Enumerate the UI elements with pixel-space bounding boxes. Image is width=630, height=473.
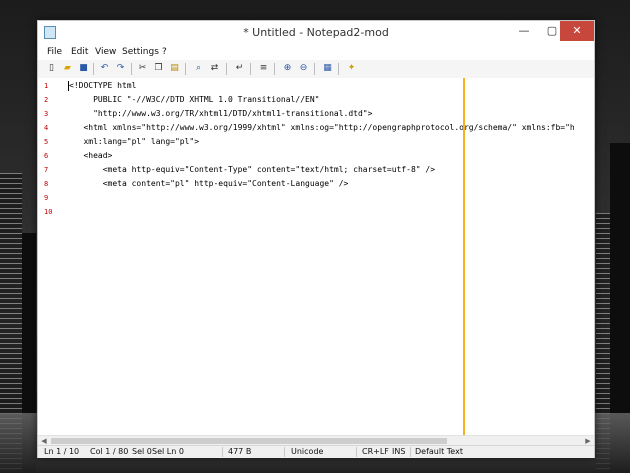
toolbar-separator	[338, 63, 339, 75]
line-number: 6	[44, 152, 49, 160]
replace-icon[interactable]: ⇄	[209, 63, 220, 74]
find-icon[interactable]: ⌕	[193, 63, 204, 74]
undo-icon[interactable]: ↶	[99, 63, 110, 74]
zoom-in-icon[interactable]: ⊕	[282, 63, 293, 74]
title-bar[interactable]: * Untitled - Notepad2-mod — ▢ ✕	[38, 21, 594, 45]
toolbar-separator	[274, 63, 275, 75]
status-encoding[interactable]: Unicode	[291, 447, 323, 456]
toolbar-separator	[250, 63, 251, 75]
minimize-button[interactable]: —	[511, 21, 537, 41]
menu-settings[interactable]: Settings	[122, 47, 159, 57]
cut-icon[interactable]: ✂	[137, 63, 148, 74]
status-separator	[284, 447, 285, 457]
menu-file[interactable]: File	[47, 47, 62, 57]
close-button[interactable]: ✕	[560, 21, 594, 41]
code-line: <head>	[69, 151, 113, 160]
new-file-icon[interactable]: ▯	[46, 63, 57, 74]
always-on-top-icon[interactable]: ✦	[346, 63, 357, 74]
status-bar: Ln 1 / 10 Col 1 / 80 Sel 0 Sel Ln 0 477 …	[38, 445, 594, 458]
status-separator	[222, 447, 223, 457]
toolbar-separator	[131, 63, 132, 75]
status-insert-mode[interactable]: INS	[392, 447, 405, 456]
line-number: 3	[44, 110, 49, 118]
scheme-icon[interactable]: ▦	[322, 63, 333, 74]
word-wrap-icon[interactable]: ↵	[234, 63, 245, 74]
code-line: xml:lang="pl" lang="pl">	[69, 137, 200, 146]
menu-bar: File Edit View Settings ?	[38, 45, 594, 60]
status-line: Ln 1 / 10	[44, 447, 80, 456]
code-line: PUBLIC "-//W3C//DTD XHTML 1.0 Transition…	[69, 95, 320, 104]
status-separator	[356, 447, 357, 457]
line-number: 5	[44, 138, 49, 146]
status-column: Col 1 / 80	[90, 447, 129, 456]
zoom-out-icon[interactable]: ⊖	[298, 63, 309, 74]
code-line: <html xmlns="http://www.w3.org/1999/xhtm…	[69, 123, 575, 132]
status-selected-lines: Sel Ln 0	[152, 447, 184, 456]
toolbar-separator	[93, 63, 94, 75]
status-separator	[410, 447, 411, 457]
line-number-gutter: 1 2 3 4 5 6 7 8 9 10	[38, 78, 60, 435]
status-selection: Sel 0	[132, 447, 152, 456]
line-number: 1	[44, 82, 49, 90]
open-icon[interactable]: ▰	[62, 63, 73, 74]
redo-icon[interactable]: ↷	[115, 63, 126, 74]
line-number: 10	[44, 208, 53, 216]
status-line-endings[interactable]: CR+LF	[362, 447, 389, 456]
toolbar-separator	[185, 63, 186, 75]
line-number: 7	[44, 166, 49, 174]
copy-icon[interactable]: ❐	[153, 63, 164, 74]
toolbar-separator	[226, 63, 227, 75]
status-scheme[interactable]: Default Text	[415, 447, 463, 456]
line-number: 4	[44, 124, 49, 132]
save-icon[interactable]: ■	[78, 63, 89, 74]
long-line-marker	[463, 78, 465, 435]
code-line: <meta http-equiv="Content-Type" content=…	[69, 165, 436, 174]
code-line: "http://www.w3.org/TR/xhtml1/DTD/xhtml1-…	[69, 109, 373, 118]
menu-help[interactable]: ?	[162, 47, 167, 57]
line-number: 9	[44, 194, 49, 202]
editor-area[interactable]: 1 2 3 4 5 6 7 8 9 10 <!DOCTYPE html PUBL…	[38, 78, 594, 435]
status-file-size: 477 B	[228, 447, 252, 456]
code-line: <meta content="pl" http-equiv="Content-L…	[69, 179, 349, 188]
notepad-window: * Untitled - Notepad2-mod — ▢ ✕ File Edi…	[37, 20, 595, 458]
code-line: <!DOCTYPE html	[69, 81, 137, 90]
toolbar-separator	[314, 63, 315, 75]
menu-edit[interactable]: Edit	[71, 47, 88, 57]
scrollbar-thumb[interactable]	[51, 438, 447, 444]
toolbar: ▯ ▰ ■ ↶ ↷ ✂ ❐ ▤ ⌕ ⇄ ↵ ≡ ⊕ ⊖ ▦ ✦	[38, 60, 594, 79]
line-number: 8	[44, 180, 49, 188]
paste-icon[interactable]: ▤	[169, 63, 180, 74]
show-whitespace-icon[interactable]: ≡	[258, 63, 269, 74]
line-number: 2	[44, 96, 49, 104]
menu-view[interactable]: View	[95, 47, 116, 57]
